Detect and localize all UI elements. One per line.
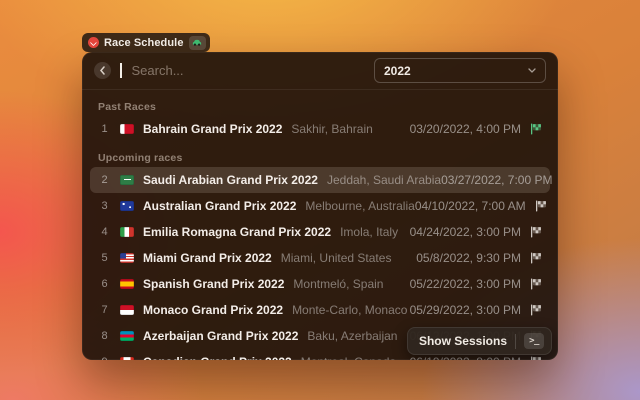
race-title: Canadian Grand Prix 2022 <box>143 355 292 360</box>
checkered-flag-icon <box>530 226 542 238</box>
race-datetime: 03/20/2022, 4:00 PM <box>410 122 521 136</box>
race-row[interactable]: 6 Spanish Grand Prix 2022 Montmeló, Spain 0… <box>90 271 550 297</box>
row-index: 7 <box>98 304 111 316</box>
race-row[interactable]: 2 Saudi Arabian Grand Prix 2022 Jeddah, Sa… <box>90 167 550 193</box>
race-datetime: 06/19/2022, 8:00 PM <box>410 355 521 360</box>
action-hint-label: Show Sessions <box>419 334 507 348</box>
year-dropdown[interactable]: 2022 <box>374 58 546 83</box>
checkered-flag-icon <box>530 304 542 316</box>
race-datetime: 05/8/2022, 9:30 PM <box>416 251 521 265</box>
race-row[interactable]: 3 Australian Grand Prix 2022 Melbourne, Au… <box>90 193 550 219</box>
section-label: Upcoming races <box>82 142 558 167</box>
race-title: Monaco Grand Prix 2022 <box>143 303 283 317</box>
race-location: Melbourne, Australia <box>305 199 414 213</box>
race-location: Jeddah, Saudi Arabia <box>327 173 441 187</box>
race-location: Sakhir, Bahrain <box>291 122 372 136</box>
flag-usa-icon <box>120 253 134 263</box>
race-title: Bahrain Grand Prix 2022 <box>143 122 282 136</box>
flag-spain-icon <box>120 279 134 289</box>
flag-canada-icon <box>120 357 134 360</box>
race-row[interactable]: 5 Miami Grand Prix 2022 Miami, United Stat… <box>90 245 550 271</box>
hint-divider <box>515 334 516 349</box>
extension-pill[interactable]: Race Schedule <box>82 33 210 52</box>
race-datetime: 03/27/2022, 7:00 PM <box>441 173 552 187</box>
race-row[interactable]: 1 Bahrain Grand Prix 2022 Sakhir, Bahrain 0… <box>90 116 550 142</box>
row-index: 4 <box>98 226 111 238</box>
race-datetime: 05/22/2022, 3:00 PM <box>410 277 521 291</box>
search-input[interactable] <box>132 63 366 78</box>
race-location: Monte-Carlo, Monaco <box>292 303 407 317</box>
race-title: Miami Grand Prix 2022 <box>143 251 272 265</box>
race-list: Past Races 1 Bahrain Grand Prix 2022 Sakhir… <box>82 90 558 360</box>
enter-key-icon: >_ <box>524 333 544 349</box>
checkered-flag-icon <box>535 200 547 212</box>
action-hint[interactable]: Show Sessions >_ <box>407 327 552 355</box>
race-title: Azerbaijan Grand Prix 2022 <box>143 329 298 343</box>
car-icon <box>189 36 206 50</box>
row-index: 2 <box>98 174 111 186</box>
row-index: 6 <box>98 278 111 290</box>
flag-azerbaijan-icon <box>120 331 134 341</box>
race-location: Baku, Azerbaijan <box>307 329 397 343</box>
race-row[interactable]: 4 Emilia Romagna Grand Prix 2022 Imola, It… <box>90 219 550 245</box>
checkered-flag-icon <box>530 252 542 264</box>
flag-monaco-icon <box>120 305 134 315</box>
race-location: Montmeló, Spain <box>293 277 383 291</box>
race-title: Emilia Romagna Grand Prix 2022 <box>143 225 331 239</box>
race-location: Miami, United States <box>281 251 392 265</box>
race-datetime: 04/10/2022, 7:00 AM <box>415 199 526 213</box>
row-index: 9 <box>98 356 111 360</box>
race-title: Australian Grand Prix 2022 <box>143 199 296 213</box>
checkered-flag-icon <box>530 123 542 135</box>
extension-title: Race Schedule <box>104 37 184 49</box>
checkered-flag-icon <box>530 356 542 360</box>
race-location: Montreal, Canada <box>301 355 396 360</box>
checkered-flag-icon <box>530 278 542 290</box>
chevron-down-icon <box>528 68 536 73</box>
race-title: Saudi Arabian Grand Prix 2022 <box>143 173 318 187</box>
race-datetime: 04/24/2022, 3:00 PM <box>410 225 521 239</box>
flag-italy-icon <box>120 227 134 237</box>
row-index: 1 <box>98 123 111 135</box>
raycast-logo-icon <box>88 37 99 48</box>
flag-australia-icon <box>120 201 134 211</box>
race-datetime: 05/29/2022, 3:00 PM <box>410 303 521 317</box>
flag-saudi-arabia-icon <box>120 175 134 185</box>
flag-bahrain-icon <box>120 124 134 134</box>
section-label: Past Races <box>82 90 558 116</box>
text-caret <box>120 63 122 78</box>
race-location: Imola, Italy <box>340 225 398 239</box>
row-index: 8 <box>98 330 111 342</box>
race-title: Spanish Grand Prix 2022 <box>143 277 284 291</box>
row-index: 5 <box>98 252 111 264</box>
year-dropdown-value: 2022 <box>384 64 528 78</box>
back-button[interactable] <box>94 62 111 79</box>
search-header: 2022 <box>82 52 558 90</box>
raycast-window: 2022 Past Races 1 Bahrain Grand Prix 2022 S… <box>82 52 558 360</box>
race-row[interactable]: 7 Monaco Grand Prix 2022 Monte-Carlo, Mona… <box>90 297 550 323</box>
row-index: 3 <box>98 200 111 212</box>
